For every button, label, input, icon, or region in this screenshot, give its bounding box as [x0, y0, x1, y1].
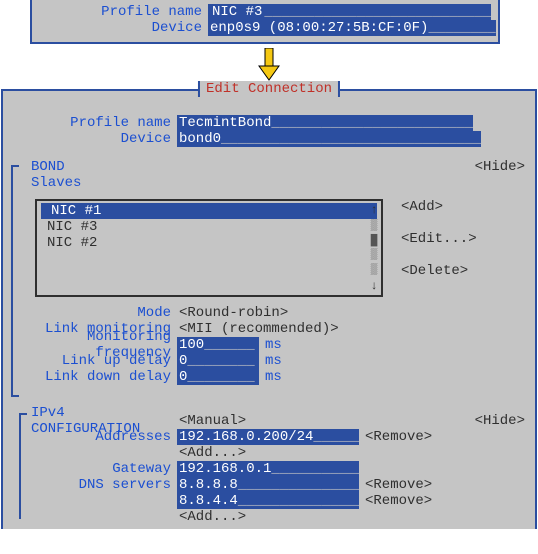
- slaves-label: Slaves: [31, 175, 81, 191]
- linkup-unit: ms: [265, 353, 282, 369]
- edit-button[interactable]: <Edit...>: [401, 231, 477, 247]
- ipv4-hide-button[interactable]: <Hide>: [475, 413, 525, 429]
- freq-unit: ms: [265, 337, 282, 353]
- add-button[interactable]: <Add>: [401, 199, 477, 215]
- mode-select[interactable]: <Round-robin>: [177, 305, 288, 321]
- dns-label: DNS servers: [11, 477, 177, 493]
- ipv4-mode-select[interactable]: <Manual>: [177, 413, 246, 429]
- linkup-input[interactable]: 0________: [177, 353, 259, 369]
- dns-input-1[interactable]: 8.8.8.8_______________: [177, 477, 359, 493]
- device-label: Device: [11, 131, 177, 147]
- top-device-input[interactable]: enp0s9 (08:00:27:5B:CF:0F)________: [208, 20, 496, 36]
- profile-input[interactable]: TecmintBond________________________: [177, 115, 473, 131]
- top-device-label: Device: [42, 20, 208, 36]
- scroll-up-icon[interactable]: ↑: [370, 203, 377, 217]
- freq-input[interactable]: 100______: [177, 337, 259, 353]
- dns-input-2[interactable]: 8.8.4.4_______________: [177, 493, 359, 509]
- addresses-label: Addresses: [11, 429, 177, 445]
- linkdown-unit: ms: [265, 369, 282, 385]
- bond-heading: BOND: [31, 159, 65, 175]
- address-add-button[interactable]: <Add...>: [177, 445, 246, 461]
- linkdown-label: Link down delay: [11, 369, 177, 385]
- section-bar-ipv4: [19, 413, 21, 519]
- dns-add-button[interactable]: <Add...>: [177, 509, 246, 525]
- profile-label: Profile name: [11, 115, 177, 131]
- list-item[interactable]: NIC #1: [41, 203, 377, 219]
- address-input[interactable]: 192.168.0.200/24______: [177, 429, 359, 445]
- gateway-label: Gateway: [11, 461, 177, 477]
- top-profile-input[interactable]: NIC #3___________________________: [208, 4, 491, 20]
- edit-connection-panel: Edit Connection Profile name TecmintBond…: [1, 89, 537, 529]
- address-remove-button[interactable]: <Remove>: [365, 429, 432, 445]
- delete-button[interactable]: <Delete>: [401, 263, 477, 279]
- device-input[interactable]: bond0_______________________________: [177, 131, 481, 147]
- section-bar-bond: [11, 165, 13, 397]
- gateway-input[interactable]: 192.168.0.1___________: [177, 461, 359, 477]
- mode-label: Mode: [11, 305, 177, 321]
- dns2-remove-button[interactable]: <Remove>: [365, 493, 432, 509]
- top-panel: Profile name NIC #3_____________________…: [30, 0, 500, 44]
- scrollbar[interactable]: ↑ ▒ █ ▒ ▒ ↓: [369, 203, 379, 293]
- bond-hide-button[interactable]: <Hide>: [475, 159, 525, 175]
- list-item[interactable]: NIC #2: [37, 235, 381, 251]
- scroll-down-icon[interactable]: ↓: [370, 279, 377, 293]
- list-item[interactable]: NIC #3: [37, 219, 381, 235]
- linkdown-input[interactable]: 0________: [177, 369, 259, 385]
- top-profile-label: Profile name: [42, 4, 208, 20]
- linkmon-select[interactable]: <MII (recommended)>: [177, 321, 339, 337]
- panel-title: Edit Connection: [198, 81, 340, 97]
- slaves-listbox[interactable]: NIC #1 NIC #3 NIC #2 ↑ ▒ █ ▒ ▒ ↓: [35, 199, 383, 297]
- dns1-remove-button[interactable]: <Remove>: [365, 477, 432, 493]
- linkup-label: Link up delay: [11, 353, 177, 369]
